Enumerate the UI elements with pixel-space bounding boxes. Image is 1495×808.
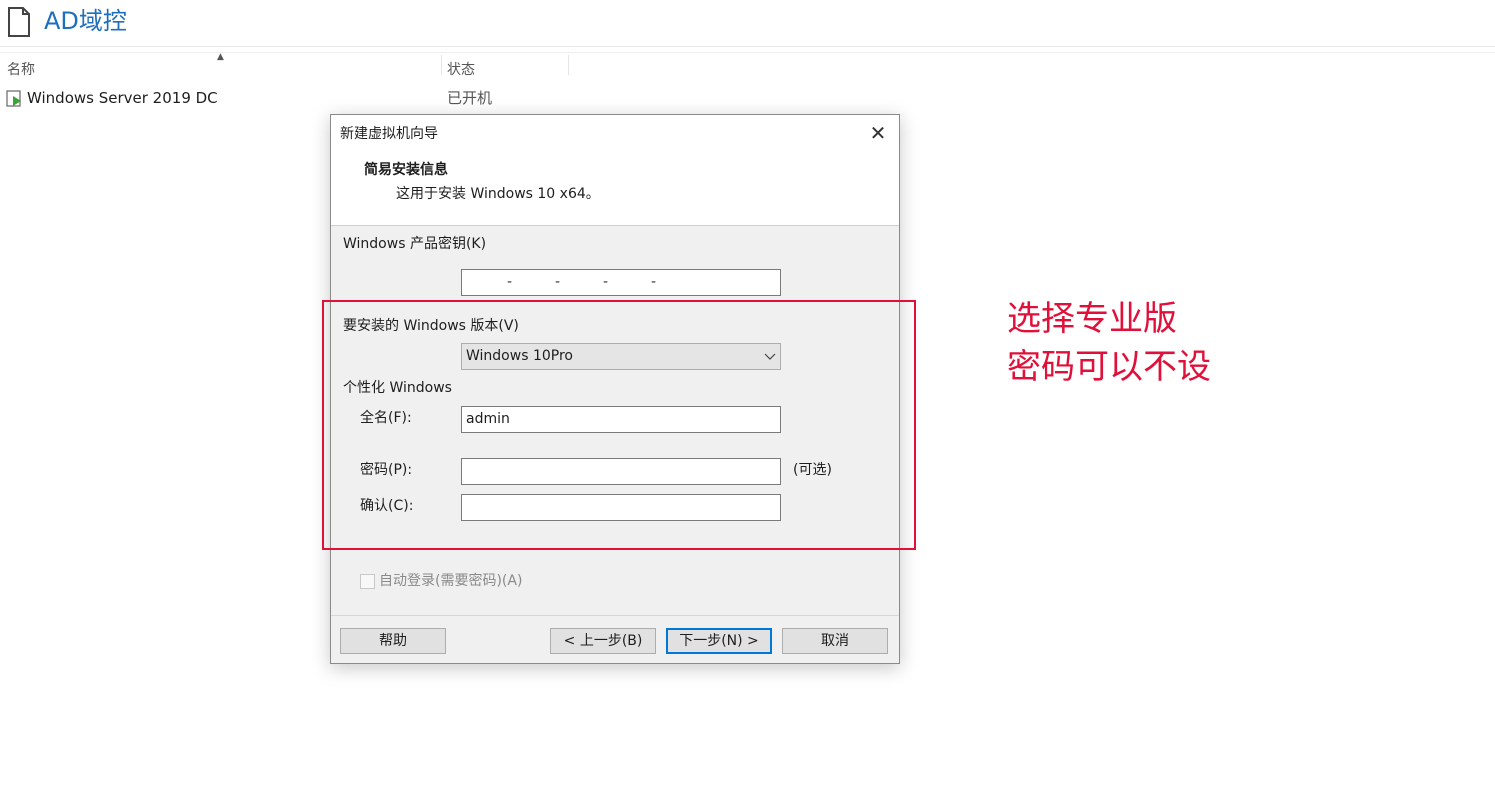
header-divider xyxy=(0,46,1495,47)
column-separator[interactable] xyxy=(441,55,442,75)
product-key-label: Windows 产品密钥(K) xyxy=(343,236,487,252)
footer-divider xyxy=(331,615,899,616)
page-title: AD域控 xyxy=(44,7,127,35)
back-button[interactable]: < 上一步(B) xyxy=(550,628,656,654)
help-button[interactable]: 帮助 xyxy=(340,628,446,654)
key-separator: - xyxy=(603,274,609,290)
sort-ascending-icon: ▲ xyxy=(217,52,224,62)
key-separator: - xyxy=(507,274,513,290)
dialog-header-panel: 新建虚拟机向导 ✕ 简易安装信息 这用于安装 Windows 10 x64。 xyxy=(331,115,899,226)
column-header-name[interactable]: 名称 xyxy=(7,60,35,80)
column-header-status[interactable]: 状态 xyxy=(447,60,475,80)
close-icon[interactable]: ✕ xyxy=(867,121,889,145)
column-separator[interactable] xyxy=(568,55,569,75)
annotation-note-line1: 选择专业版 xyxy=(1007,299,1177,339)
dialog-heading: 简易安装信息 xyxy=(364,162,448,178)
vm-name[interactable]: Windows Server 2019 DC xyxy=(27,88,218,108)
page-icon xyxy=(8,7,30,37)
annotation-highlight-box xyxy=(322,300,916,550)
annotation-note-line2: 密码可以不设 xyxy=(1007,347,1211,387)
dialog-title: 新建虚拟机向导 xyxy=(340,126,438,142)
autologin-label: 自动登录(需要密码)(A) xyxy=(379,573,523,589)
autologin-checkbox[interactable] xyxy=(360,574,375,589)
vm-status: 已开机 xyxy=(447,89,493,107)
key-separator: - xyxy=(651,274,657,290)
key-separator: - xyxy=(555,274,561,290)
cancel-button[interactable]: 取消 xyxy=(782,628,888,654)
dialog-subheading: 这用于安装 Windows 10 x64。 xyxy=(396,186,600,202)
product-key-input[interactable]: - - - - xyxy=(461,269,781,296)
next-button[interactable]: 下一步(N) > xyxy=(666,628,772,654)
vm-running-icon xyxy=(6,90,21,107)
column-header-divider xyxy=(0,52,1495,53)
